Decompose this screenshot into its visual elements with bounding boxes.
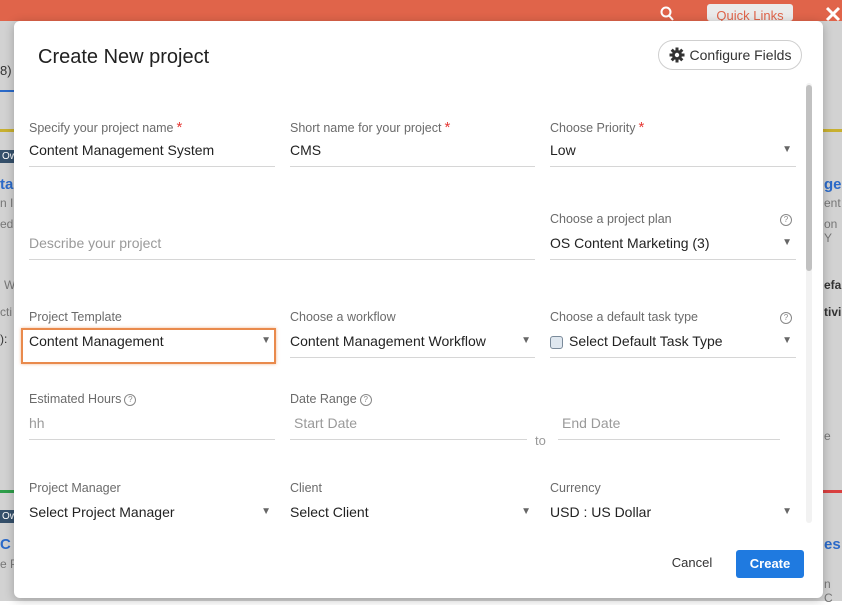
project-plan-label: Choose a project plan — [550, 212, 672, 226]
project-template-select[interactable]: Project Template Content Management ▼ — [29, 310, 275, 360]
date-range-separator: to — [535, 433, 546, 448]
create-project-modal: Create New project Configure Fields Spec… — [14, 21, 823, 598]
cancel-button[interactable]: Cancel — [658, 550, 726, 576]
priority-label: Choose Priority * — [550, 119, 645, 136]
short-name-field[interactable]: Short name for your project * CMS — [290, 119, 535, 169]
field-underline — [29, 439, 275, 440]
project-template-label: Project Template — [29, 310, 122, 324]
project-manager-select[interactable]: Project Manager Select Project Manager ▼ — [29, 481, 275, 531]
background-text: efa — [824, 278, 842, 292]
priority-value[interactable]: Low — [550, 142, 576, 158]
task-type-icon — [550, 335, 563, 349]
description-input[interactable]: Describe your project — [29, 235, 161, 251]
field-underline — [550, 357, 796, 358]
required-marker: * — [444, 119, 451, 136]
dropdown-arrow-icon[interactable]: ▼ — [782, 335, 792, 346]
configure-fields-button[interactable]: Configure Fields — [658, 40, 802, 70]
project-name-label: Specify your project name * — [29, 119, 183, 136]
background-text: ): — [0, 332, 8, 346]
background-text: ed — [0, 217, 14, 231]
background-text: n I — [0, 196, 14, 210]
field-underline — [290, 166, 535, 167]
priority-select[interactable]: Choose Priority * Low ▼ — [550, 119, 796, 169]
quick-links-button[interactable]: Quick Links — [707, 4, 793, 21]
start-date-input[interactable]: Start Date — [294, 415, 357, 431]
gear-icon — [669, 47, 685, 63]
dropdown-arrow-icon[interactable]: ▼ — [782, 237, 792, 248]
project-plan-select[interactable]: Choose a project plan ? OS Content Marke… — [550, 212, 796, 262]
task-type-label: Choose a default task type — [550, 310, 699, 324]
estimated-hours-field[interactable]: Estimated Hours? hh — [29, 392, 275, 442]
modal-title: Create New project — [38, 46, 210, 68]
field-underline — [558, 439, 780, 440]
background-accent-line — [823, 490, 842, 493]
background-project-link: es — [824, 536, 841, 553]
project-plan-value[interactable]: OS Content Marketing (3) — [550, 235, 710, 251]
help-icon[interactable]: ? — [780, 312, 792, 324]
help-icon[interactable]: ? — [780, 214, 792, 226]
dropdown-arrow-icon[interactable]: ▼ — [782, 144, 792, 155]
dropdown-arrow-icon[interactable]: ▼ — [521, 506, 531, 517]
scrollbar-thumb[interactable] — [806, 85, 812, 271]
currency-label: Currency — [550, 481, 601, 495]
background-text: e — [824, 429, 831, 443]
currency-value[interactable]: USD : US Dollar — [550, 504, 651, 520]
field-underline — [29, 259, 535, 260]
project-template-value[interactable]: Content Management — [29, 333, 164, 349]
end-date-input[interactable]: End Date — [562, 415, 620, 431]
field-underline — [550, 259, 796, 260]
short-name-input[interactable]: CMS — [290, 142, 321, 158]
client-select[interactable]: Client Select Client ▼ — [290, 481, 535, 531]
currency-select[interactable]: Currency USD : US Dollar ▼ — [550, 481, 796, 531]
background-project-link: ta — [0, 176, 14, 193]
project-name-field[interactable]: Specify your project name * Content Manag… — [29, 119, 275, 169]
estimated-hours-input[interactable]: hh — [29, 415, 45, 431]
field-underline — [29, 166, 275, 167]
background-text: cti — [0, 305, 12, 319]
end-date-field[interactable]: End Date — [558, 392, 780, 442]
workflow-select[interactable]: Choose a workflow Content Management Wor… — [290, 310, 535, 360]
background-accent-line — [0, 90, 14, 92]
configure-fields-label: Configure Fields — [689, 47, 792, 63]
field-underline — [290, 357, 535, 358]
create-button[interactable]: Create — [736, 550, 804, 578]
search-icon[interactable] — [660, 6, 680, 21]
task-type-select[interactable]: Choose a default task type ? Select Defa… — [550, 310, 796, 360]
field-underline — [550, 166, 796, 167]
background-accent-line — [823, 129, 842, 132]
start-date-field[interactable]: Date Range? Start Date — [290, 392, 527, 442]
background-project-link: ge — [824, 176, 842, 193]
project-manager-value[interactable]: Select Project Manager — [29, 504, 175, 520]
dropdown-arrow-icon[interactable]: ▼ — [261, 506, 271, 517]
workflow-label: Choose a workflow — [290, 310, 396, 324]
background-count: 8) — [0, 63, 12, 78]
required-marker: * — [176, 119, 183, 136]
background-text: tivi — [824, 305, 842, 319]
required-marker: * — [638, 119, 645, 136]
dropdown-arrow-icon[interactable]: ▼ — [261, 335, 271, 346]
workflow-value[interactable]: Content Management Workflow — [290, 333, 486, 349]
dropdown-arrow-icon[interactable]: ▼ — [782, 506, 792, 517]
help-icon[interactable]: ? — [359, 393, 372, 406]
field-underline — [290, 439, 527, 440]
short-name-label: Short name for your project * — [290, 119, 451, 136]
background-accent-line — [0, 129, 14, 132]
dropdown-arrow-icon[interactable]: ▼ — [521, 335, 531, 346]
date-range-label: Date Range? — [290, 392, 372, 406]
project-manager-label: Project Manager — [29, 481, 121, 495]
client-label: Client — [290, 481, 322, 495]
description-field[interactable]: Describe your project — [29, 212, 535, 262]
background-accent-line — [0, 490, 14, 493]
background-text: on Y — [824, 217, 838, 245]
estimated-hours-label: Estimated Hours? — [29, 392, 137, 406]
background-project-link: C — [0, 536, 11, 553]
client-value[interactable]: Select Client — [290, 504, 369, 520]
help-icon[interactable]: ? — [124, 393, 137, 406]
background-text: ent — [824, 196, 841, 210]
project-name-input[interactable]: Content Management System — [29, 142, 214, 158]
task-type-value[interactable]: Select Default Task Type — [550, 333, 723, 349]
